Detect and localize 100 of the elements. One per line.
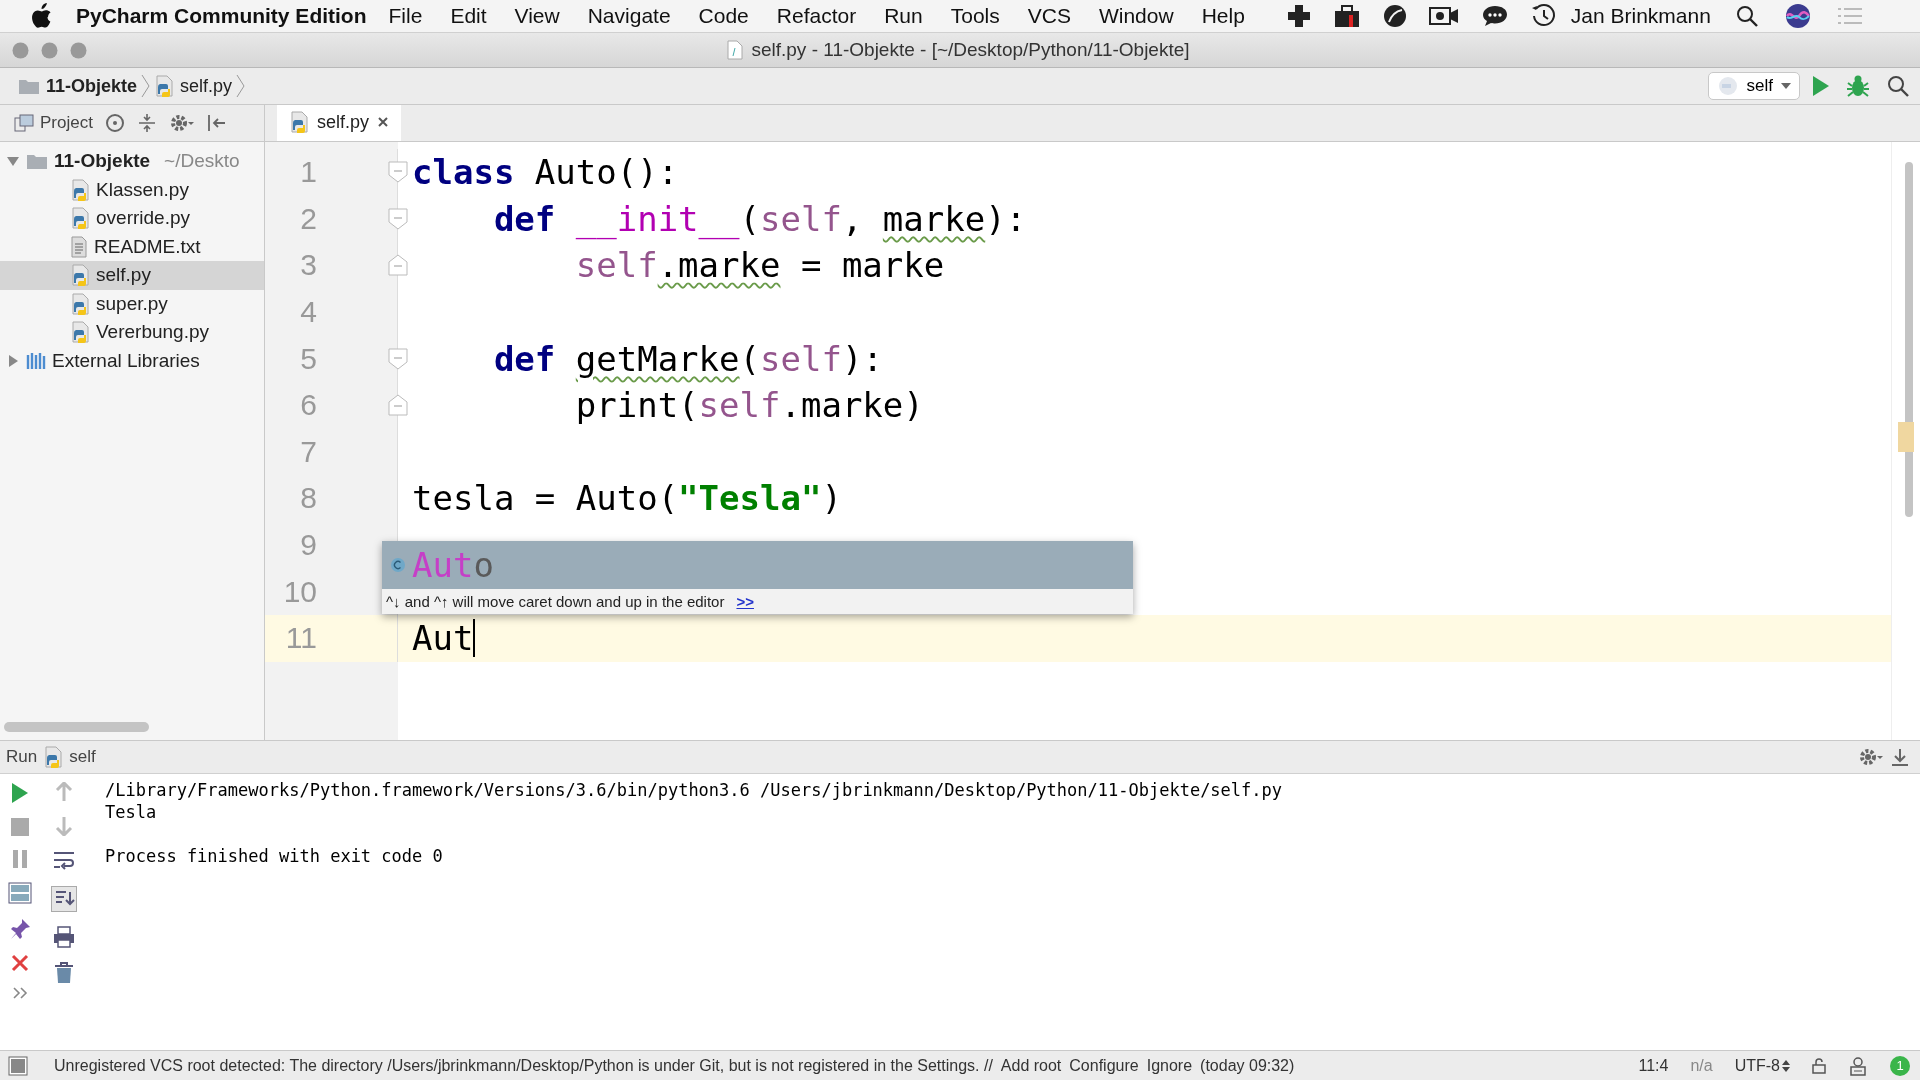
project-view-dropdown[interactable]: Project xyxy=(14,113,93,133)
scrollbar[interactable] xyxy=(1905,162,1913,517)
menu-item[interactable]: Edit xyxy=(450,4,487,28)
breadcrumb[interactable]: self.py xyxy=(150,75,237,97)
user-name[interactable]: Jan Brinkmann xyxy=(1570,4,1711,28)
fold-start-icon[interactable] xyxy=(388,347,408,370)
status-link[interactable]: Add root xyxy=(1000,1056,1062,1075)
tree-item[interactable]: override.py xyxy=(0,204,264,233)
python-file-icon xyxy=(70,178,90,201)
chevron-icon xyxy=(236,74,246,98)
python-file-icon xyxy=(154,75,175,97)
line-number: 1 xyxy=(299,155,317,190)
cursor-position[interactable]: 11:4 xyxy=(1638,1056,1669,1075)
clock-icon[interactable] xyxy=(1530,3,1557,29)
bug-icon[interactable] xyxy=(1846,74,1870,98)
console-line: Process finished with exit code 0 xyxy=(105,845,444,867)
tree-item[interactable]: 11-Objekte ~/Deskto xyxy=(0,147,264,176)
menu-item[interactable]: File xyxy=(388,4,423,28)
status-link[interactable]: Ignore xyxy=(1146,1056,1193,1075)
menu-item[interactable]: Tools xyxy=(950,4,1000,28)
line-number: 2 xyxy=(299,201,317,236)
close-icon[interactable] xyxy=(377,116,390,128)
scroll-to-end-icon[interactable] xyxy=(51,886,77,912)
encoding-selector[interactable]: UTF-8 xyxy=(1734,1056,1790,1075)
breadcrumb[interactable]: 11-Objekte xyxy=(14,75,142,97)
line-number: 10 xyxy=(282,574,317,609)
fold-start-icon[interactable] xyxy=(388,207,408,230)
more-link[interactable]: >> xyxy=(736,593,754,610)
python-file-icon xyxy=(289,111,309,133)
search-icon[interactable] xyxy=(1886,74,1910,98)
editor-tab[interactable]: self.py xyxy=(277,105,402,141)
python-file-icon xyxy=(43,746,64,768)
status-link[interactable]: Configure xyxy=(1069,1056,1139,1075)
library-icon xyxy=(26,351,46,370)
fold-start-icon[interactable] xyxy=(388,161,408,184)
menu-item[interactable]: Window xyxy=(1098,4,1174,28)
run-icon[interactable] xyxy=(11,782,29,804)
line-number: 11 xyxy=(284,621,317,656)
tree-item[interactable]: super.py xyxy=(0,289,264,318)
download-icon[interactable] xyxy=(1890,747,1910,767)
gear-icon[interactable] xyxy=(1858,747,1884,767)
tree-item[interactable]: Klassen.py xyxy=(0,175,264,204)
inspector-icon[interactable] xyxy=(1848,1055,1868,1076)
trash-icon[interactable] xyxy=(54,962,74,984)
close-icon[interactable] xyxy=(11,954,29,972)
line-number: 9 xyxy=(299,528,317,563)
hide-panel-icon[interactable] xyxy=(206,113,227,133)
status-message: Unregistered VCS root detected: The directory /Users/jbrinkmann/Desktop/Python is under Git, but is not registered in the Settings. // xyxy=(54,1056,993,1075)
code-line: class Auto(): xyxy=(412,154,679,191)
tree-item[interactable]: External Libraries xyxy=(0,346,264,375)
run-icon[interactable] xyxy=(1812,75,1830,97)
line-number: 4 xyxy=(299,295,317,330)
siri-icon[interactable] xyxy=(1784,3,1811,29)
run-config-dropdown[interactable]: self xyxy=(1707,72,1800,100)
menu-item[interactable]: Code xyxy=(698,4,749,28)
console-line: Tesla xyxy=(105,801,158,823)
line-number: 3 xyxy=(299,248,317,283)
menu-item[interactable]: Run xyxy=(884,4,923,28)
panel-toggle-icon[interactable] xyxy=(8,1055,28,1076)
vcs-status: n/a xyxy=(1690,1056,1713,1075)
line-number: 6 xyxy=(299,388,317,423)
chevron-icon xyxy=(141,74,151,98)
menu-item[interactable]: View xyxy=(514,4,560,28)
pin-icon[interactable] xyxy=(9,918,31,940)
more-icon[interactable] xyxy=(12,986,28,1000)
python-file-icon xyxy=(70,321,90,344)
scroll-marker xyxy=(1898,422,1914,452)
leaf-icon[interactable] xyxy=(1382,4,1407,28)
target-icon[interactable] xyxy=(104,113,125,133)
menu-item[interactable]: Help xyxy=(1201,4,1245,28)
tree-item[interactable]: Vererbung.py xyxy=(0,318,264,347)
toolbox-icon[interactable] xyxy=(1332,3,1361,29)
apple-icon[interactable] xyxy=(30,3,52,29)
collapsed-arrow-icon[interactable] xyxy=(6,353,20,368)
wrap-icon[interactable] xyxy=(52,850,76,872)
search-icon[interactable] xyxy=(1734,4,1759,28)
python-file-icon xyxy=(70,207,90,230)
hint-text: ^↓ and ^↑ will move caret down and up in the editor xyxy=(386,593,725,610)
code-line: tesla = Auto("Tesla") xyxy=(412,480,842,517)
speech-bubble-icon[interactable] xyxy=(1480,4,1509,28)
project-icon xyxy=(14,114,34,132)
run-tab[interactable]: self xyxy=(69,747,96,767)
menu-item[interactable]: Navigate xyxy=(587,4,671,28)
line-number: 8 xyxy=(299,481,317,516)
tree-item[interactable]: README.txt xyxy=(0,232,264,261)
menu-item[interactable]: VCS xyxy=(1027,4,1071,28)
scrollbar[interactable] xyxy=(4,722,149,732)
print-icon[interactable] xyxy=(53,926,75,948)
python-file-icon xyxy=(70,264,90,287)
tree-item[interactable]: self.py xyxy=(0,261,264,290)
window-title: self.py - 11-Objekte - [~/Desktop/Python/11-Objekte] xyxy=(751,39,1190,61)
status-time: (today 09:32) xyxy=(1200,1056,1295,1075)
cross-icon[interactable] xyxy=(1286,4,1311,28)
gear-icon[interactable] xyxy=(168,113,195,133)
menu-item[interactable]: Refactor xyxy=(776,4,857,28)
collapse-icon[interactable] xyxy=(136,113,157,133)
app-name[interactable]: PyCharm Community Edition xyxy=(76,4,367,28)
code-line: self.marke = marke xyxy=(574,247,945,284)
camera-icon[interactable] xyxy=(1428,4,1459,28)
lock-icon[interactable] xyxy=(1812,1057,1826,1074)
